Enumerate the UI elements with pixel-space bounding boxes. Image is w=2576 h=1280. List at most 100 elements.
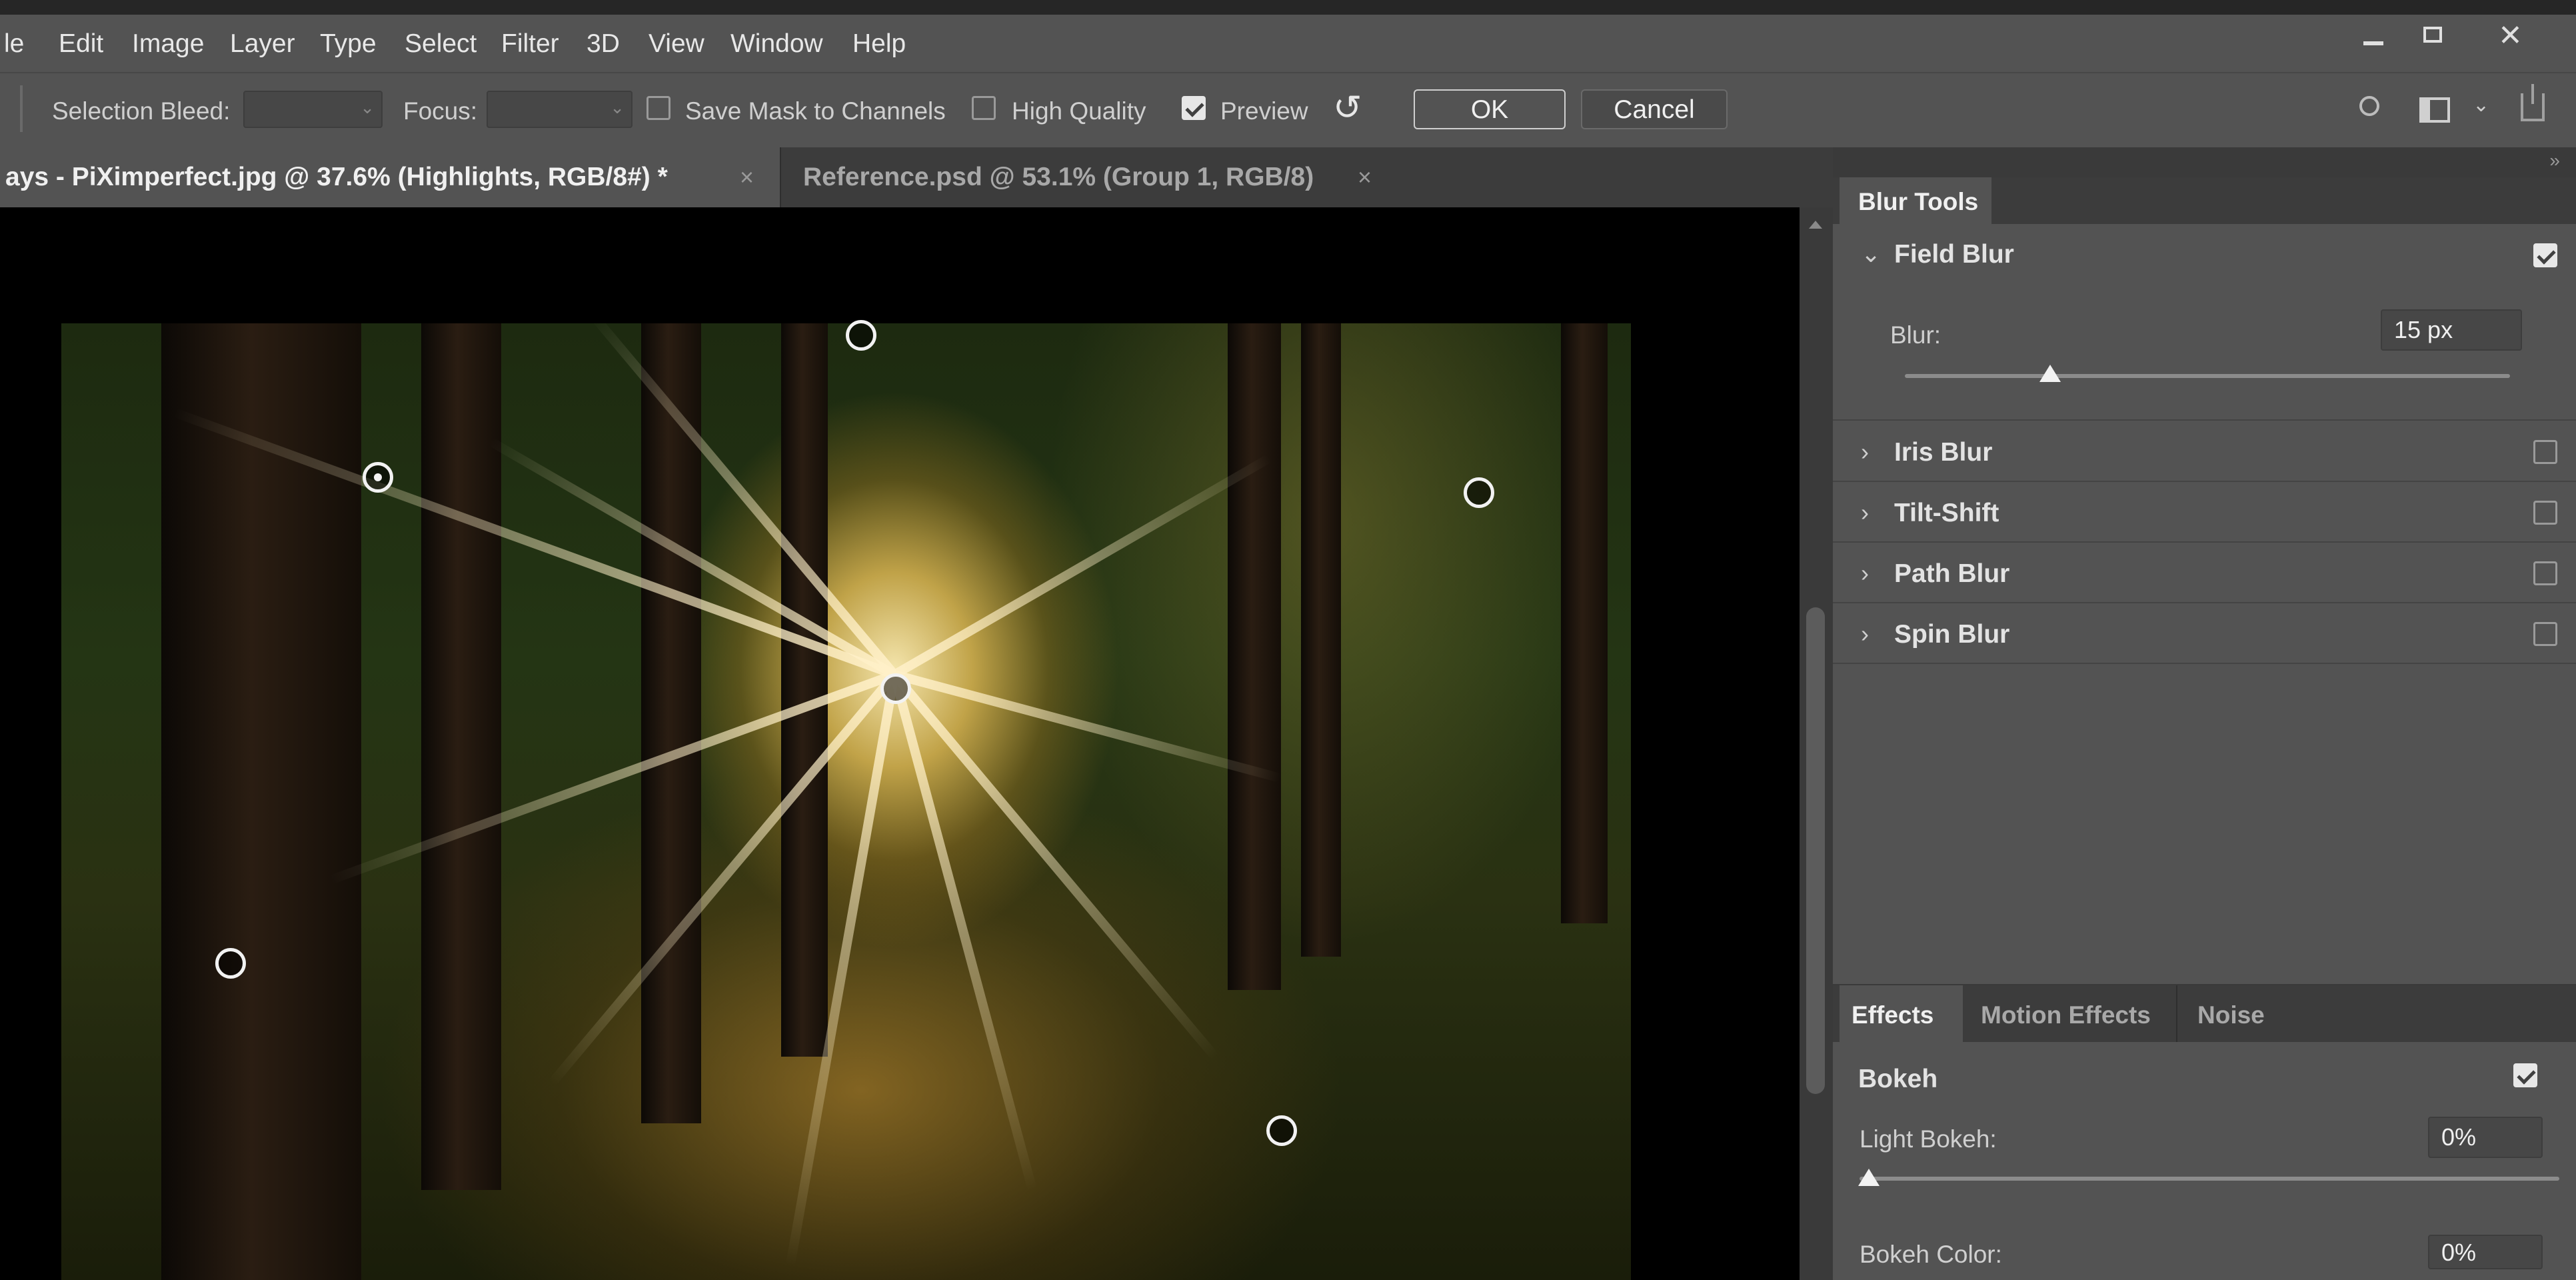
menu-file[interactable]: le: [4, 29, 24, 59]
tree-trunk: [1561, 323, 1608, 923]
bokeh-checkbox[interactable]: [2513, 1063, 2537, 1087]
high-quality-label: High Quality: [1012, 97, 1146, 125]
spin-blur-section[interactable]: › Spin Blur: [1833, 604, 2576, 664]
bokeh-color-input[interactable]: 0%: [2428, 1235, 2543, 1269]
search-icon[interactable]: [2359, 96, 2379, 116]
blur-slider-thumb[interactable]: [2039, 365, 2061, 382]
tree-trunk: [1301, 323, 1341, 957]
close-tab-icon[interactable]: ×: [1358, 147, 1372, 207]
blur-pin[interactable]: [880, 673, 911, 704]
iris-blur-section[interactable]: › Iris Blur: [1833, 422, 2576, 482]
high-quality-checkbox[interactable]: [972, 96, 996, 120]
menu-select[interactable]: Select: [405, 29, 477, 59]
blur-pin[interactable]: [1266, 1115, 1297, 1146]
tab-motion-effects[interactable]: Motion Effects: [1981, 1001, 2151, 1029]
blur-pin-active[interactable]: [363, 462, 393, 493]
spin-blur-title[interactable]: Spin Blur: [1894, 620, 2009, 649]
blur-pin[interactable]: [1464, 477, 1494, 508]
options-grip: [20, 85, 23, 132]
selection-bleed-input[interactable]: ⌄: [243, 91, 383, 128]
menu-type[interactable]: Type: [320, 29, 377, 59]
blur-label: Blur:: [1890, 321, 1941, 349]
document-tab-bar: ays - PiXimperfect.jpg @ 37.6% (Highligh…: [0, 147, 1833, 207]
chevron-right-icon[interactable]: ›: [1861, 499, 1869, 527]
document-tab-reference[interactable]: Reference.psd @ 53.1% (Group 1, RGB/8) ×: [780, 147, 1393, 207]
blur-gallery-panel: » Blur Tools ⌄ Field Blur Blur: 15 px › …: [1833, 147, 2576, 1280]
menu-bar: le Edit Image Layer Type Select Filter 3…: [0, 15, 2576, 72]
reset-icon[interactable]: ↺: [1333, 91, 1362, 125]
blur-pin[interactable]: [215, 948, 246, 979]
tab-effects-label: Effects: [1852, 1001, 1934, 1029]
path-blur-checkbox[interactable]: [2533, 561, 2557, 585]
vertical-scrollbar[interactable]: [1800, 207, 1833, 1280]
chevron-down-icon: ⌄: [360, 97, 375, 117]
scroll-up-icon[interactable]: [1809, 221, 1822, 229]
light-bokeh-slider[interactable]: [1860, 1177, 2559, 1181]
share-icon[interactable]: [2521, 84, 2545, 121]
chevron-down-icon[interactable]: ⌄: [1861, 240, 1881, 268]
bokeh-title: Bokeh: [1858, 1065, 1938, 1093]
blur-slider[interactable]: [1905, 374, 2510, 378]
ok-button[interactable]: OK: [1414, 89, 1566, 129]
tab-label: ays - PiXimperfect.jpg @ 37.6% (Highligh…: [5, 163, 668, 191]
focus-input[interactable]: ⌄: [487, 91, 633, 128]
tilt-shift-title[interactable]: Tilt-Shift: [1894, 499, 1999, 528]
tab-effects[interactable]: Effects: [1840, 985, 1963, 1042]
panel-header-strip: »: [1833, 147, 2576, 177]
tree-trunk: [781, 323, 828, 1057]
menu-window[interactable]: Window: [730, 29, 823, 59]
cancel-button[interactable]: Cancel: [1581, 89, 1728, 129]
field-blur-checkbox[interactable]: [2533, 243, 2557, 267]
iris-blur-checkbox[interactable]: [2533, 440, 2557, 464]
effects-tab-row: Effects Motion Effects Noise: [1833, 985, 2576, 1042]
menu-view[interactable]: View: [648, 29, 704, 59]
workspace-icon[interactable]: [2419, 97, 2450, 123]
tab-divider: [2176, 985, 2177, 1042]
spin-blur-checkbox[interactable]: [2533, 622, 2557, 646]
preview-label: Preview: [1220, 97, 1308, 125]
tab-blur-tools[interactable]: Blur Tools: [1840, 177, 1991, 224]
save-mask-checkbox[interactable]: [646, 96, 670, 120]
tree-trunk: [421, 323, 501, 1190]
chevron-right-icon[interactable]: ›: [1861, 559, 1869, 587]
close-tab-icon[interactable]: ×: [740, 147, 754, 207]
document-tab-active[interactable]: ays - PiXimperfect.jpg @ 37.6% (Highligh…: [0, 147, 780, 207]
light-bokeh-input[interactable]: 0%: [2428, 1117, 2543, 1158]
field-blur-title[interactable]: Field Blur: [1894, 240, 2014, 269]
menu-image[interactable]: Image: [132, 29, 204, 59]
save-mask-label: Save Mask to Channels: [685, 97, 946, 125]
light-ray: [892, 453, 1272, 679]
menu-filter[interactable]: Filter: [501, 29, 559, 59]
path-blur-title[interactable]: Path Blur: [1894, 559, 2009, 589]
scroll-thumb[interactable]: [1806, 607, 1825, 1094]
tab-label: Reference.psd @ 53.1% (Group 1, RGB/8): [803, 163, 1314, 191]
light-bokeh-slider-thumb[interactable]: [1858, 1169, 1880, 1186]
collapse-panel-icon[interactable]: »: [2549, 150, 2560, 171]
focus-label: Focus:: [403, 97, 478, 125]
menu-edit[interactable]: Edit: [59, 29, 103, 59]
light-ray: [890, 671, 1220, 1061]
menu-help[interactable]: Help: [852, 29, 906, 59]
iris-blur-title[interactable]: Iris Blur: [1894, 438, 1992, 467]
chevron-right-icon[interactable]: ›: [1861, 620, 1869, 648]
blur-pin[interactable]: [846, 320, 876, 351]
tilt-shift-checkbox[interactable]: [2533, 501, 2557, 525]
minimize-icon[interactable]: [2363, 41, 2383, 45]
forest-photo: [61, 323, 1631, 1280]
tree-trunk: [641, 323, 701, 1123]
close-icon[interactable]: ✕: [2498, 21, 2523, 51]
menu-3d[interactable]: 3D: [587, 29, 620, 59]
chevron-right-icon[interactable]: ›: [1861, 438, 1869, 466]
chevron-down-icon: ⌄: [610, 97, 625, 117]
path-blur-section[interactable]: › Path Blur: [1833, 543, 2576, 603]
field-blur-section: ⌄ Field Blur Blur: 15 px: [1833, 224, 2576, 421]
menu-layer[interactable]: Layer: [230, 29, 295, 59]
tilt-shift-section[interactable]: › Tilt-Shift: [1833, 483, 2576, 543]
chevron-down-icon[interactable]: ⌄: [2473, 93, 2489, 117]
restore-icon[interactable]: [2423, 27, 2442, 43]
blur-value-input[interactable]: 15 px: [2381, 309, 2522, 351]
tab-noise[interactable]: Noise: [2197, 1001, 2265, 1029]
bokeh-color-label: Bokeh Color:: [1860, 1241, 2002, 1268]
preview-checkbox[interactable]: [1182, 96, 1206, 120]
light-bokeh-label: Light Bokeh:: [1860, 1125, 1997, 1153]
